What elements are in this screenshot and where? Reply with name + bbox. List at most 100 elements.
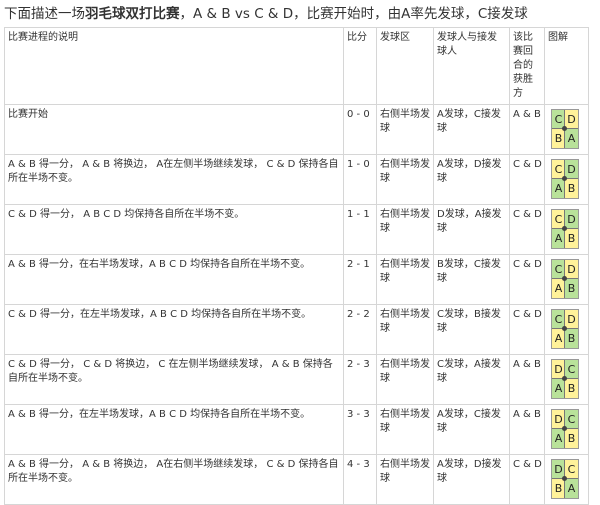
court-quadrant-bottom-right: A bbox=[565, 129, 578, 148]
court-quadrant-bottom-right: B bbox=[565, 429, 578, 448]
cell-winner: C & D bbox=[509, 204, 545, 255]
shuttle-icon bbox=[562, 276, 567, 281]
cell-description: 比赛开始 bbox=[4, 104, 344, 155]
cell-score: 2 - 1 bbox=[343, 254, 377, 305]
court-quadrant-bottom-right: B bbox=[565, 279, 578, 298]
column-header-diagram: 图解 bbox=[544, 27, 589, 105]
court-diagram: C D A B bbox=[551, 259, 579, 299]
shuttle-icon bbox=[562, 176, 567, 181]
court-quadrant-top-right: C bbox=[565, 360, 578, 379]
cell-winner: A & B bbox=[509, 354, 545, 405]
cell-diagram: C D A B bbox=[544, 254, 589, 305]
court-diagram: D C B A bbox=[551, 459, 579, 499]
table-row: C & D 得一分， A B C D 均保持各自所在半场不变。 1 - 1 右侧… bbox=[4, 204, 589, 255]
cell-server-receiver: A发球，C接发球 bbox=[433, 404, 510, 455]
cell-diagram: C D A B bbox=[544, 204, 589, 255]
rally-table: 比赛进程的说明 比分 发球区 发球人与接发球人 该比赛回合的获胜方 图解 比赛开… bbox=[4, 27, 589, 505]
cell-score: 3 - 3 bbox=[343, 404, 377, 455]
cell-serve-side: 右侧半场发球 bbox=[376, 304, 434, 355]
heading-text-post: ，A & B vs C & D，比赛开始时，由A率先发球，C接发球 bbox=[179, 6, 528, 22]
court-quadrant-bottom-right: A bbox=[565, 479, 578, 498]
cell-serve-side: 右侧半场发球 bbox=[376, 354, 434, 405]
shuttle-icon bbox=[562, 376, 567, 381]
court-quadrant-top-right: C bbox=[565, 410, 578, 429]
table-row: C & D 得一分， C & D 将换边， C 在左侧半场继续发球， A & B… bbox=[4, 354, 589, 405]
column-header-server-receiver: 发球人与接发球人 bbox=[433, 27, 510, 105]
cell-diagram: C D A B bbox=[544, 304, 589, 355]
column-header-winner: 该比赛回合的获胜方 bbox=[509, 27, 545, 105]
shuttle-icon bbox=[562, 226, 567, 231]
court-diagram: D C A B bbox=[551, 409, 579, 449]
cell-diagram: C D A B bbox=[544, 154, 589, 205]
heading-text-bold: 羽毛球双打比赛 bbox=[85, 6, 180, 22]
cell-winner: C & D bbox=[509, 154, 545, 205]
cell-winner: C & D bbox=[509, 254, 545, 305]
cell-winner: C & D bbox=[509, 454, 545, 505]
court-quadrant-top-right: D bbox=[565, 260, 578, 279]
shuttle-icon bbox=[562, 426, 567, 431]
cell-score: 4 - 3 bbox=[343, 454, 377, 505]
cell-score: 2 - 3 bbox=[343, 354, 377, 405]
table-row: A & B 得一分， A & B 将换边， A在左侧半场继续发球， C & D … bbox=[4, 154, 589, 205]
court-quadrant-bottom-right: B bbox=[565, 179, 578, 198]
cell-description: A & B 得一分， A & B 将换边， A在左侧半场继续发球， C & D … bbox=[4, 154, 344, 205]
court-diagram: C D A B bbox=[551, 159, 579, 199]
cell-diagram: C D B A bbox=[544, 104, 589, 155]
table-header-row: 比赛进程的说明 比分 发球区 发球人与接发球人 该比赛回合的获胜方 图解 bbox=[4, 27, 589, 105]
shuttle-icon bbox=[562, 476, 567, 481]
court-quadrant-top-right: C bbox=[565, 460, 578, 479]
column-header-score: 比分 bbox=[343, 27, 377, 105]
cell-server-receiver: C发球，B接发球 bbox=[433, 304, 510, 355]
page-heading: 下面描述一场羽毛球双打比赛，A & B vs C & D，比赛开始时，由A率先发… bbox=[4, 3, 596, 25]
cell-serve-side: 右侧半场发球 bbox=[376, 454, 434, 505]
court-quadrant-top-right: D bbox=[565, 160, 578, 179]
court-quadrant-bottom-right: B bbox=[565, 229, 578, 248]
court-quadrant-top-right: D bbox=[565, 210, 578, 229]
cell-score: 1 - 0 bbox=[343, 154, 377, 205]
court-quadrant-bottom-right: B bbox=[565, 379, 578, 398]
shuttle-icon bbox=[562, 126, 567, 131]
cell-server-receiver: C发球，A接发球 bbox=[433, 354, 510, 405]
cell-description: A & B 得一分，在右半场发球，A B C D 均保持各自所在半场不变。 bbox=[4, 254, 344, 305]
court-quadrant-top-right: D bbox=[565, 310, 578, 329]
column-header-description: 比赛进程的说明 bbox=[4, 27, 344, 105]
cell-description: A & B 得一分，在左半场发球，A B C D 均保持各自所在半场不变。 bbox=[4, 404, 344, 455]
cell-serve-side: 右侧半场发球 bbox=[376, 404, 434, 455]
cell-serve-side: 右侧半场发球 bbox=[376, 204, 434, 255]
cell-description: A & B 得一分， A & B 将换边， A在右侧半场继续发球， C & D … bbox=[4, 454, 344, 505]
cell-server-receiver: A发球，C接发球 bbox=[433, 104, 510, 155]
cell-server-receiver: D发球，A接发球 bbox=[433, 204, 510, 255]
table-row: A & B 得一分， A & B 将换边， A在右侧半场继续发球， C & D … bbox=[4, 454, 589, 505]
cell-diagram: D C A B bbox=[544, 354, 589, 405]
cell-score: 2 - 2 bbox=[343, 304, 377, 355]
cell-diagram: D C B A bbox=[544, 454, 589, 505]
cell-winner: C & D bbox=[509, 304, 545, 355]
court-quadrant-top-right: D bbox=[565, 110, 578, 129]
cell-score: 1 - 1 bbox=[343, 204, 377, 255]
cell-description: C & D 得一分，在左半场发球，A B C D 均保持各自所在半场不变。 bbox=[4, 304, 344, 355]
cell-server-receiver: A发球，D接发球 bbox=[433, 454, 510, 505]
column-header-serve-side: 发球区 bbox=[376, 27, 434, 105]
table-row: A & B 得一分，在左半场发球，A B C D 均保持各自所在半场不变。 3 … bbox=[4, 404, 589, 455]
court-diagram: C D B A bbox=[551, 109, 579, 149]
court-quadrant-bottom-right: B bbox=[565, 329, 578, 348]
cell-description: C & D 得一分， A B C D 均保持各自所在半场不变。 bbox=[4, 204, 344, 255]
court-diagram: D C A B bbox=[551, 359, 579, 399]
table-row: A & B 得一分，在右半场发球，A B C D 均保持各自所在半场不变。 2 … bbox=[4, 254, 589, 305]
cell-description: C & D 得一分， C & D 将换边， C 在左侧半场继续发球， A & B… bbox=[4, 354, 344, 405]
cell-serve-side: 右侧半场发球 bbox=[376, 254, 434, 305]
cell-serve-side: 右侧半场发球 bbox=[376, 154, 434, 205]
court-diagram: C D A B bbox=[551, 209, 579, 249]
cell-score: 0 - 0 bbox=[343, 104, 377, 155]
heading-text-pre: 下面描述一场 bbox=[4, 6, 85, 22]
cell-serve-side: 右侧半场发球 bbox=[376, 104, 434, 155]
table-row: 比赛开始 0 - 0 右侧半场发球 A发球，C接发球 A & B C D B A bbox=[4, 104, 589, 155]
cell-server-receiver: B发球，C接发球 bbox=[433, 254, 510, 305]
cell-server-receiver: A发球，D接发球 bbox=[433, 154, 510, 205]
cell-winner: A & B bbox=[509, 104, 545, 155]
court-diagram: C D A B bbox=[551, 309, 579, 349]
cell-winner: A & B bbox=[509, 404, 545, 455]
shuttle-icon bbox=[562, 326, 567, 331]
table-row: C & D 得一分，在左半场发球，A B C D 均保持各自所在半场不变。 2 … bbox=[4, 304, 589, 355]
cell-diagram: D C A B bbox=[544, 404, 589, 455]
